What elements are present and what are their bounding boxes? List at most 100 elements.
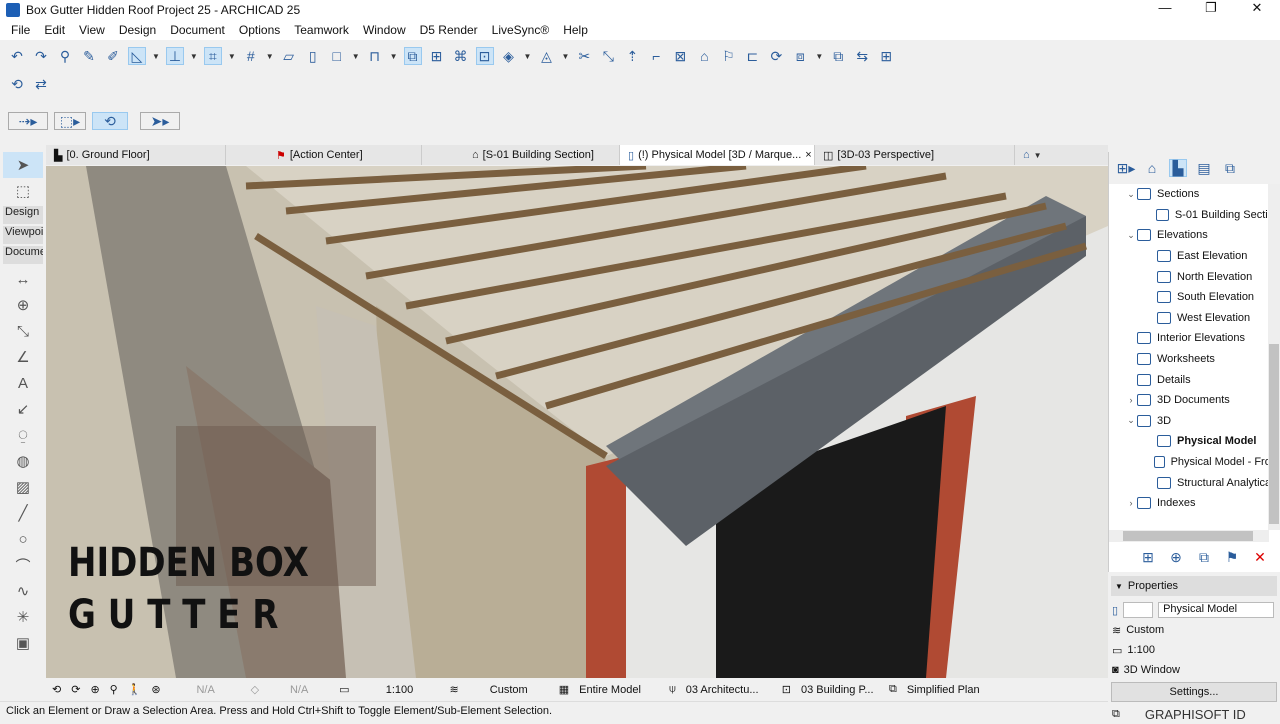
explode-icon[interactable]: ⌂ xyxy=(695,47,713,65)
tab-menu[interactable]: ⌂ ▼ xyxy=(1015,145,1050,165)
tab-action-center[interactable]: ⚑ [Action Center] xyxy=(226,145,422,165)
suspend-groups-icon[interactable]: ⊡ xyxy=(475,47,494,65)
properties-header[interactable]: ▼ Properties xyxy=(1111,576,1277,596)
find-select-icon[interactable]: ⚲ xyxy=(56,47,74,65)
minimize-button[interactable]: — xyxy=(1142,0,1188,16)
chevron-icon[interactable]: ⌄ xyxy=(1125,415,1137,426)
view-3d-icon[interactable]: ⧈ xyxy=(791,47,809,65)
view-id-field[interactable] xyxy=(1123,602,1154,618)
intersect-icon[interactable]: ⊠ xyxy=(671,47,689,65)
scale-value[interactable]: 1:100 xyxy=(360,684,440,696)
windows-icon[interactable]: ⧉ xyxy=(1112,708,1120,721)
render-icon[interactable]: ◬ xyxy=(537,47,555,65)
chevron-icon[interactable]: ⌄ xyxy=(1125,189,1137,200)
navigator-item[interactable]: Structural Analytical xyxy=(1109,472,1280,493)
layout-icon[interactable]: □ xyxy=(328,47,346,65)
mark-up-icon[interactable]: ⊏ xyxy=(743,47,761,65)
settings-button[interactable]: Settings... xyxy=(1111,682,1277,702)
label-tool[interactable]: ↙ xyxy=(3,396,43,422)
walk-icon[interactable]: 🚶 xyxy=(128,683,142,696)
split-icon[interactable]: ✂ xyxy=(575,47,593,65)
livesync-icon[interactable]: ⇆ xyxy=(853,47,871,65)
vertical-scrollbar[interactable] xyxy=(1268,184,1280,530)
rotation-value[interactable]: N/A xyxy=(269,684,329,696)
menu-options[interactable]: Options xyxy=(232,23,287,37)
zoom-previous-icon[interactable]: ⟲ xyxy=(52,683,61,696)
surface-icon[interactable]: ▱ xyxy=(280,47,298,65)
redo-icon[interactable]: ↷ xyxy=(32,47,50,65)
pen-set[interactable]: 03 Architectu... xyxy=(686,684,772,696)
menu-help[interactable]: Help xyxy=(556,23,595,37)
dimension-tool[interactable]: ↔ xyxy=(3,266,43,292)
syringe-icon[interactable]: ✐ xyxy=(104,47,122,65)
snap-guides-icon[interactable]: ⊥ xyxy=(165,47,184,65)
layout-book-icon[interactable]: ▤ xyxy=(1195,159,1213,177)
chevron-icon[interactable]: › xyxy=(1125,395,1137,405)
fill-tool[interactable]: ◍ xyxy=(3,448,43,474)
navigator-item[interactable]: S-01 Building Section xyxy=(1109,205,1280,226)
navigator-item[interactable]: Physical Model xyxy=(1109,431,1280,452)
relative-construction-icon[interactable]: ⌗ xyxy=(203,47,222,65)
d5-icon[interactable]: ⊞ xyxy=(877,47,895,65)
figure-tool[interactable]: ▣ xyxy=(3,630,43,656)
tab-perspective[interactable]: ◫ [3D-03 Perspective] xyxy=(815,145,1015,165)
navigator-item[interactable]: Worksheets xyxy=(1109,349,1280,370)
line-tool[interactable]: ╱ xyxy=(3,500,43,526)
menu-document[interactable]: Document xyxy=(163,23,232,37)
menu-livesync[interactable]: LiveSync® xyxy=(485,23,557,37)
zoom-fit-icon[interactable]: ⊛ xyxy=(151,683,160,696)
navigator-item[interactable]: ⌄ 3D xyxy=(1109,411,1280,432)
new-folder-icon[interactable]: ⊞ xyxy=(1139,548,1157,566)
navigator-item[interactable]: ⌄ Sections xyxy=(1109,184,1280,205)
navigator-item[interactable]: › 3D Documents xyxy=(1109,390,1280,411)
menu-view[interactable]: View xyxy=(72,23,112,37)
menu-teamwork[interactable]: Teamwork xyxy=(287,23,356,37)
zoom-next-icon[interactable]: ⟳ xyxy=(71,683,80,696)
navigator-menu-icon[interactable]: ⊞▸ xyxy=(1117,159,1136,177)
clone-icon[interactable]: ⧉ xyxy=(1195,548,1213,566)
orbit-icon[interactable]: ⚲ xyxy=(110,683,118,696)
flag-icon[interactable]: ⚐ xyxy=(719,47,737,65)
grid-snap-icon[interactable]: # xyxy=(242,47,260,65)
rotate-icon[interactable]: ⟲ xyxy=(92,112,128,130)
horizontal-scrollbar[interactable] xyxy=(1109,530,1269,542)
menu-window[interactable]: Window xyxy=(356,23,413,37)
toolbox-tab-document[interactable]: Docume xyxy=(3,246,43,264)
delete-icon[interactable]: ✕ xyxy=(1251,548,1269,566)
marquee-tool[interactable]: ⬚ xyxy=(3,178,43,204)
close-tab-icon[interactable]: × xyxy=(805,149,811,161)
3d-cutaway-icon[interactable]: ◈ xyxy=(500,47,518,65)
cursor-snap-icon[interactable]: ⌘ xyxy=(452,47,470,65)
3d-viewport[interactable]: HIDDEN BOX G U T T E R xyxy=(46,166,1108,678)
navigator-item[interactable]: Details xyxy=(1109,369,1280,390)
plane-icon[interactable]: ▯ xyxy=(304,47,322,65)
adjust-icon[interactable]: ⤡ xyxy=(599,47,617,65)
graphisoft-id-button[interactable]: GRAPHISOFT ID xyxy=(1145,707,1246,722)
arrow-tool-icon[interactable]: ➤▸ xyxy=(140,112,180,130)
arrow-tool[interactable]: ➤ xyxy=(3,152,43,178)
navigator-item[interactable]: West Elevation xyxy=(1109,308,1280,329)
navigator-item[interactable]: Interior Elevations xyxy=(1109,328,1280,349)
undo-icon[interactable]: ↶ xyxy=(8,47,26,65)
lock-icon[interactable]: ⊓ xyxy=(366,47,384,65)
fillet-icon[interactable]: ⌐ xyxy=(647,47,665,65)
tab-ground-floor[interactable]: ▙ [0. Ground Floor] xyxy=(46,145,226,165)
dimension-icon[interactable]: ⊞ xyxy=(428,47,446,65)
polyline-tool[interactable]: ⌒ xyxy=(3,552,43,578)
layer-combination[interactable]: Custom xyxy=(469,684,549,696)
close-button[interactable]: ✕ xyxy=(1234,0,1280,16)
sync-icon[interactable]: ⇄ xyxy=(32,75,50,93)
eyedropper-icon[interactable]: ✎ xyxy=(80,47,98,65)
selection-method-icon[interactable]: ⬚▸ xyxy=(54,112,86,130)
chevron-icon[interactable]: ⌄ xyxy=(1125,230,1137,241)
menu-design[interactable]: Design xyxy=(112,23,163,37)
navigator-item[interactable]: Physical Model - Front xyxy=(1109,452,1280,473)
radial-dimension-tool[interactable]: ⊕ xyxy=(3,292,43,318)
menu-d5render[interactable]: D5 Render xyxy=(413,23,485,37)
offset-icon[interactable]: ⇡ xyxy=(623,47,641,65)
maximize-button[interactable]: ❐ xyxy=(1188,0,1234,16)
menu-file[interactable]: File xyxy=(4,23,37,37)
view-name-field[interactable]: Physical Model xyxy=(1158,602,1274,618)
navigator-item[interactable]: › Indexes xyxy=(1109,493,1280,514)
zoom-in-icon[interactable]: ⊕ xyxy=(90,683,99,696)
